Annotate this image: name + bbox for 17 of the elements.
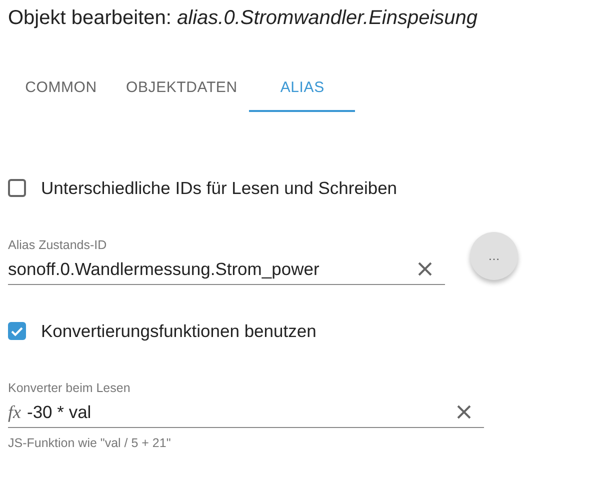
field-label: Konverter beim Lesen [8, 380, 130, 397]
tab[interactable]: OBJEKTDATEN [114, 64, 250, 112]
checkbox[interactable] [8, 322, 26, 340]
input-field[interactable]: sonoff.0.Wandlermessung.Strom_power [8, 258, 411, 280]
function-prefix: fx [8, 402, 21, 422]
clear-icon[interactable] [456, 404, 472, 420]
browse-button[interactable]: … [470, 232, 518, 280]
field-label: Alias Zustands-ID [8, 237, 107, 254]
tab[interactable]: COMMON [8, 64, 114, 112]
dialog-title: Objekt bearbeiten: alias.0.Stromwandler.Einspeisung [8, 6, 479, 31]
clear-icon[interactable] [417, 261, 433, 277]
checkbox[interactable] [8, 179, 26, 197]
checkbox-label: Unterschiedliche IDs für Lesen und Schreiben [41, 178, 398, 198]
checkbox-label: Konvertierungsfunktionen benutzen [41, 320, 316, 342]
helper-text: JS-Funktion wie "val / 5 + 21" [8, 436, 171, 450]
input-field[interactable]: -30 * val [27, 402, 450, 422]
tab[interactable]: ALIAS [249, 64, 356, 112]
